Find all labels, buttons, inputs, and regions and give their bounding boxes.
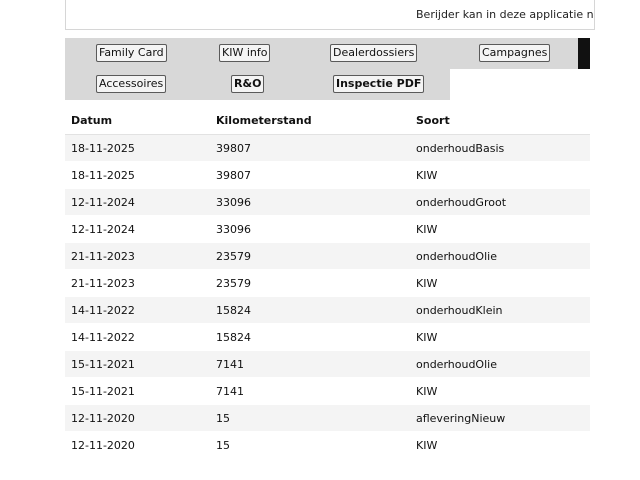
mileage-cell: 15 xyxy=(210,431,410,459)
type-cell: KIW xyxy=(410,431,590,459)
column-header-datum: Datum xyxy=(65,106,210,135)
table-row: 18-11-2025 39807 onderhoudBasis xyxy=(65,134,590,162)
date-cell: 21-11-2023 xyxy=(65,269,210,297)
accessoires-button[interactable]: Accessoires xyxy=(96,75,167,93)
type-cell: onderhoudGroot xyxy=(410,188,590,216)
table-row: 12-11-2024 33096 KIW xyxy=(65,215,590,243)
mileage-cell: 15 xyxy=(210,404,410,432)
type-cell: onderhoudBasis xyxy=(410,134,590,162)
type-cell: KIW xyxy=(410,323,590,351)
r-and-o-button[interactable]: R&O xyxy=(231,75,265,93)
dealerdossiers-button[interactable]: Dealerdossiers xyxy=(330,44,418,62)
table-row: 12-11-2020 15 afleveringNieuw xyxy=(65,404,590,432)
table-row: 18-11-2025 39807 KIW xyxy=(65,161,590,189)
mileage-cell: 23579 xyxy=(210,242,410,270)
inspectie-pdf-button[interactable]: Inspectie PDF xyxy=(333,75,425,93)
table-header-row: Datum Kilometerstand Soort xyxy=(65,106,590,135)
type-cell: onderhoudOlie xyxy=(410,350,590,378)
date-cell: 14-11-2022 xyxy=(65,296,210,324)
table-row: 15-11-2021 7141 onderhoudOlie xyxy=(65,350,590,378)
mileage-cell: 15824 xyxy=(210,296,410,324)
table-row: 14-11-2022 15824 KIW xyxy=(65,323,590,351)
date-cell: 18-11-2025 xyxy=(65,134,210,162)
tab-navigation: Family Card KIW info Dealerdossiers Camp… xyxy=(65,38,590,100)
mileage-cell: 7141 xyxy=(210,350,410,378)
campagnes-button[interactable]: Campagnes xyxy=(479,44,551,62)
column-header-soort: Soort xyxy=(410,106,590,135)
mileage-cell: 23579 xyxy=(210,269,410,297)
type-cell: afleveringNieuw xyxy=(410,404,590,432)
mileage-cell: 39807 xyxy=(210,134,410,162)
table-row: 12-11-2020 15 KIW xyxy=(65,431,590,459)
type-cell: KIW xyxy=(410,269,590,297)
mileage-cell: 33096 xyxy=(210,215,410,243)
mileage-cell: 33096 xyxy=(210,188,410,216)
date-cell: 14-11-2022 xyxy=(65,323,210,351)
table-row: 15-11-2021 7141 KIW xyxy=(65,377,590,405)
table-row: 21-11-2023 23579 onderhoudOlie xyxy=(65,242,590,270)
type-cell: KIW xyxy=(410,161,590,189)
notice-text: Berijder kan in deze applicatie ni xyxy=(416,8,595,21)
date-cell: 18-11-2025 xyxy=(65,161,210,189)
mileage-cell: 15824 xyxy=(210,323,410,351)
date-cell: 21-11-2023 xyxy=(65,242,210,270)
table-row: 21-11-2023 23579 KIW xyxy=(65,269,590,297)
mileage-cell: 39807 xyxy=(210,161,410,189)
column-header-kilometerstand: Kilometerstand xyxy=(210,106,410,135)
mileage-cell: 7141 xyxy=(210,377,410,405)
nav-row-2: Accessoires R&O Inspectie PDF xyxy=(65,69,450,100)
type-cell: onderhoudOlie xyxy=(410,242,590,270)
date-cell: 12-11-2024 xyxy=(65,215,210,243)
type-cell: KIW xyxy=(410,377,590,405)
type-cell: onderhoudKlein xyxy=(410,296,590,324)
notice-banner: Berijder kan in deze applicatie ni xyxy=(65,0,595,30)
nav-active-indicator xyxy=(578,38,590,69)
date-cell: 15-11-2021 xyxy=(65,377,210,405)
date-cell: 15-11-2021 xyxy=(65,350,210,378)
nav-row-1: Family Card KIW info Dealerdossiers Camp… xyxy=(65,38,590,69)
family-card-button[interactable]: Family Card xyxy=(96,44,167,62)
table-row: 12-11-2024 33096 onderhoudGroot xyxy=(65,188,590,216)
maintenance-history-table: Datum Kilometerstand Soort 18-11-2025 398… xyxy=(65,106,590,459)
kiw-info-button[interactable]: KIW info xyxy=(219,44,271,62)
date-cell: 12-11-2020 xyxy=(65,431,210,459)
table-body: 18-11-2025 39807 onderhoudBasis 18-11-2025 3… xyxy=(65,134,590,459)
table-row: 14-11-2022 15824 onderhoudKlein xyxy=(65,296,590,324)
type-cell: KIW xyxy=(410,215,590,243)
date-cell: 12-11-2024 xyxy=(65,188,210,216)
date-cell: 12-11-2020 xyxy=(65,404,210,432)
